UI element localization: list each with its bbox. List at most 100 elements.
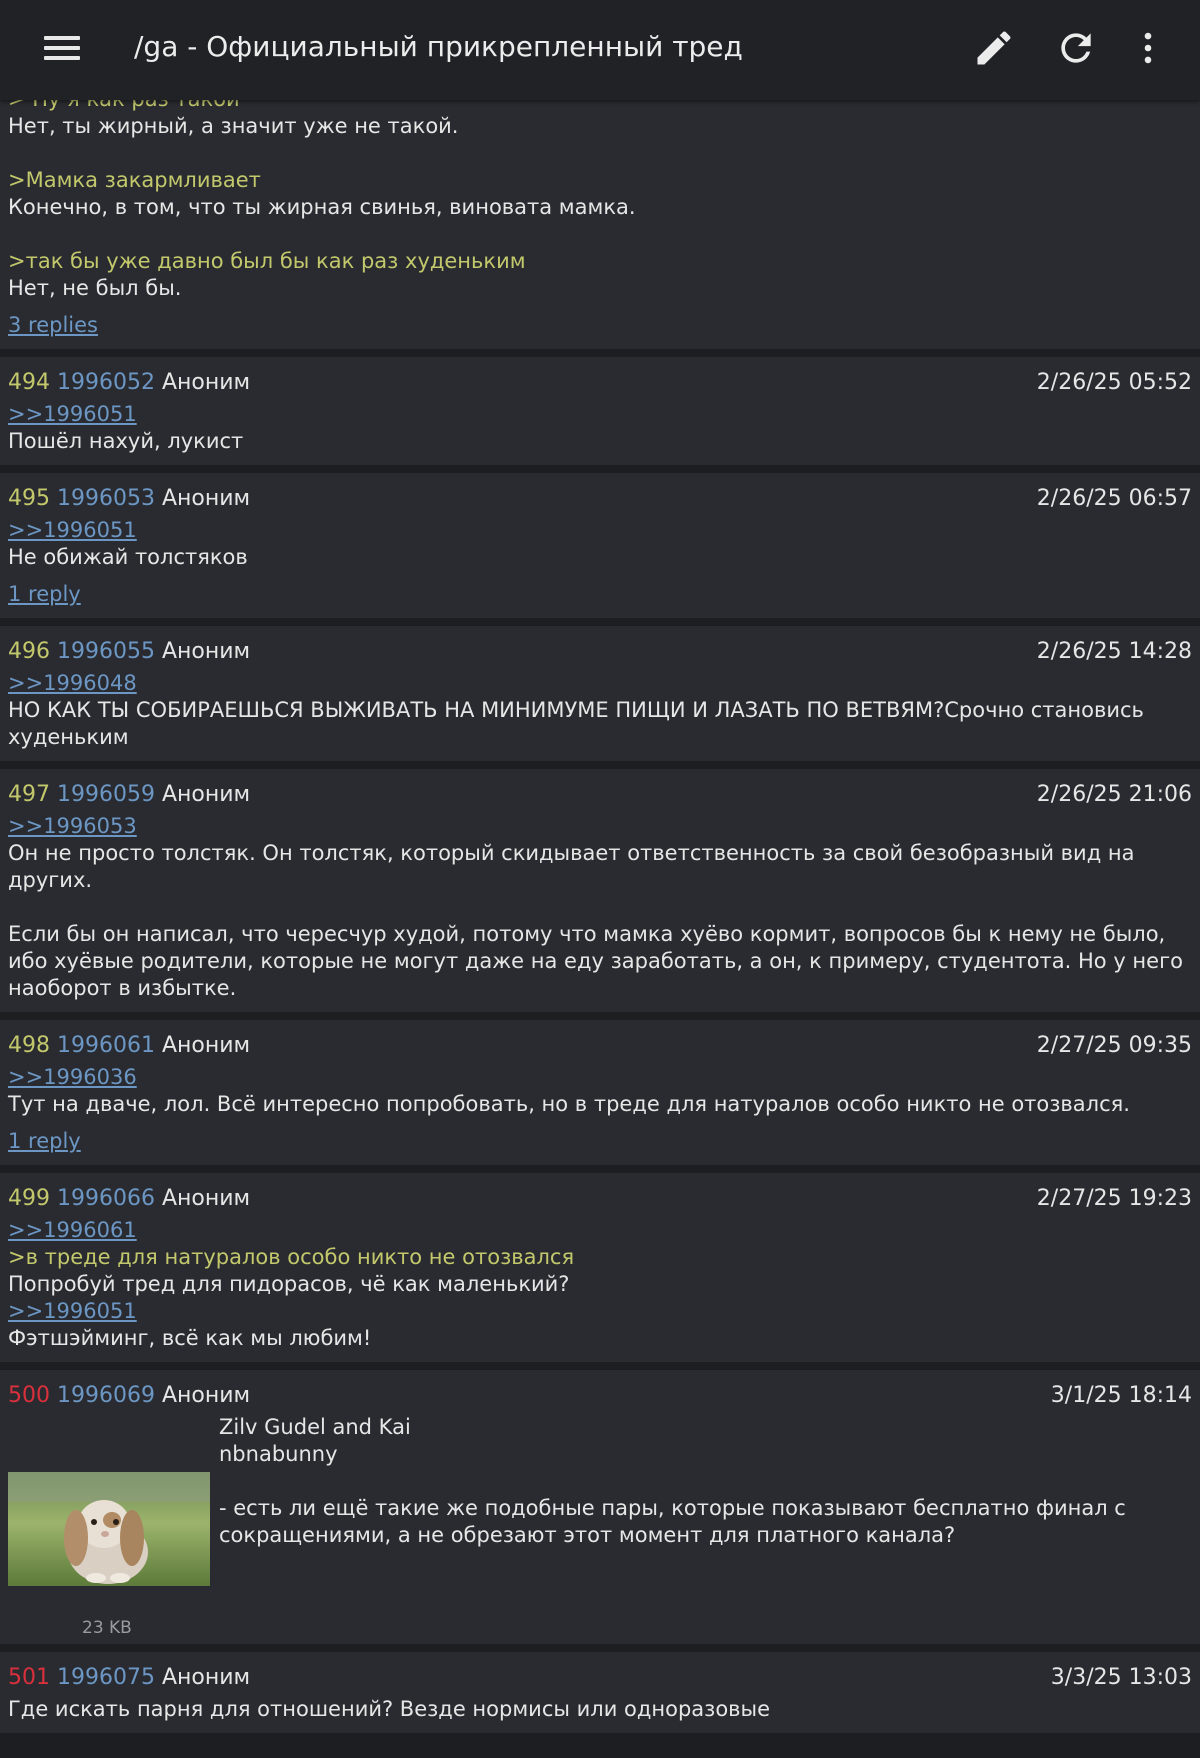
post-author: Аноним <box>161 639 251 664</box>
post-date: 3/1/25 18:14 <box>1050 1383 1192 1408</box>
refresh-icon[interactable] <box>1054 26 1098 70</box>
text-line: Попробуй тред для пидорасов, чё как мале… <box>8 1272 570 1296</box>
replies-link[interactable]: 3 replies <box>8 312 98 339</box>
text-line: Где искать парня для отношений? Везде но… <box>8 1697 771 1721</box>
quote-link[interactable]: >>1996048 <box>8 670 1192 697</box>
text-line: Тут на дваче, лол. Всё интересно попробо… <box>8 1092 1130 1116</box>
text-line <box>219 1468 1179 1495</box>
greentext-line: >в треде для натуралов особо никто не от… <box>8 1245 575 1269</box>
greentext-line: >так бы уже давно был бы как раз худеньк… <box>8 249 526 273</box>
text-line: НО КАК ТЫ СОБИРАЕШЬСЯ ВЫЖИВАТЬ НА МИНИМУ… <box>8 698 1144 722</box>
more-vertical-icon[interactable] <box>1126 26 1170 70</box>
post-number: 496 <box>8 639 50 664</box>
post-number: 499 <box>8 1186 50 1211</box>
post-author: Аноним <box>161 1186 251 1211</box>
post-author: Аноним <box>161 1665 251 1690</box>
text-line: других. <box>8 868 93 892</box>
bunny-photo-thumbnail[interactable] <box>8 1472 210 1586</box>
thread-title: /ga - Официальный прикрепленный тред <box>134 30 743 63</box>
post-header: 500 1996069 Аноним 3/1/25 18:14 <box>8 1382 1192 1410</box>
post-header: 495 1996053 Аноним 2/26/25 06:57 <box>8 485 1192 513</box>
post-header: 494 1996052 Аноним 2/26/25 05:52 <box>8 369 1192 397</box>
post-date: 2/27/25 09:35 <box>1036 1033 1192 1058</box>
post-id[interactable]: 1996059 <box>57 782 155 807</box>
post-header: 496 1996055 Аноним 2/26/25 14:28 <box>8 638 1192 666</box>
greentext-line: > Ну я как раз такой <box>8 100 1192 113</box>
post-date: 2/27/25 19:23 <box>1036 1186 1192 1211</box>
post-501: 501 1996075 Аноним 3/3/25 13:03 Где иска… <box>0 1652 1200 1733</box>
text-line: Конечно, в том, что ты жирная свинья, ви… <box>8 195 636 219</box>
file-size: 23 KB <box>82 1618 132 1638</box>
post-author: Аноним <box>161 370 251 395</box>
text-line: - есть ли ещё такие же подобные пары, ко… <box>219 1496 1126 1520</box>
text-line <box>8 140 1192 167</box>
post-500: 500 1996069 Аноним 3/1/25 18:14 Zilv Gud… <box>0 1370 1200 1644</box>
post-number: 498 <box>8 1033 50 1058</box>
text-line: Если бы он написал, что чересчур худой, … <box>8 922 1166 946</box>
text-line <box>8 221 1192 248</box>
post-author: Аноним <box>161 782 251 807</box>
replies-link[interactable]: 1 reply <box>8 581 81 608</box>
post-497: 497 1996059 Аноним 2/26/25 21:06 >>19960… <box>0 769 1200 1012</box>
post-header: 497 1996059 Аноним 2/26/25 21:06 <box>8 781 1192 809</box>
text-line: Нет, не был бы. <box>8 276 182 300</box>
text-line: Нет, ты жирный, а значит уже не такой. <box>8 114 459 138</box>
quote-link[interactable]: >>1996051 <box>8 401 1192 428</box>
app-bar: /ga - Официальный прикрепленный тред <box>0 0 1200 100</box>
post-id[interactable]: 1996053 <box>57 486 155 511</box>
text-line: Пошёл нахуй, лукист <box>8 429 244 453</box>
text-line: сокращениями, а не обрезают этот момент … <box>219 1523 956 1547</box>
quote-link[interactable]: >>1996053 <box>8 813 1192 840</box>
post-date: 2/26/25 06:57 <box>1036 486 1192 511</box>
post-author: Аноним <box>161 1033 251 1058</box>
post-494: 494 1996052 Аноним 2/26/25 05:52 >>19960… <box>0 357 1200 465</box>
post-499: 499 1996066 Аноним 2/27/25 19:23 >>19960… <box>0 1173 1200 1362</box>
post-id[interactable]: 1996052 <box>57 370 155 395</box>
post-author: Аноним <box>161 1383 251 1408</box>
hamburger-menu-icon[interactable] <box>44 36 80 60</box>
post-date: 2/26/25 05:52 <box>1036 370 1192 395</box>
post-header: 499 1996066 Аноним 2/27/25 19:23 <box>8 1185 1192 1213</box>
replies-link[interactable]: 1 reply <box>8 1128 81 1155</box>
text-line: nbnabunny <box>219 1442 338 1466</box>
text-line: Он не просто толстяк. Он толстяк, которы… <box>8 841 1135 865</box>
post-body: >>1996053 Он не просто толстяк. Он толстя… <box>8 813 1192 1002</box>
post-498: 498 1996061 Аноним 2/27/25 09:35 >>19960… <box>0 1020 1200 1165</box>
post-id[interactable]: 1996075 <box>57 1665 155 1690</box>
post-id[interactable]: 1996055 <box>57 639 155 664</box>
post-number: 501 <box>8 1665 50 1690</box>
quote-link[interactable]: >>1996036 <box>8 1064 1192 1091</box>
post-body: >>1996036 Тут на дваче, лол. Всё интересн… <box>8 1064 1192 1118</box>
quote-link[interactable]: >>1996061 <box>8 1217 1192 1244</box>
text-line <box>8 894 1192 921</box>
text-line: Zilv Gudel and Kai <box>219 1415 411 1439</box>
post-number: 495 <box>8 486 50 511</box>
post-body: Zilv Gudel and Kai nbnabunny - есть ли ещё… <box>219 1414 1179 1549</box>
text-line: наоборот в избытке. <box>8 976 237 1000</box>
post-body: > Ну я как раз такойНет, ты жирный, а зн… <box>8 100 1192 302</box>
post-493: > Ну я как раз такойНет, ты жирный, а зн… <box>0 100 1200 349</box>
post-id[interactable]: 1996069 <box>57 1383 155 1408</box>
post-number: 494 <box>8 370 50 395</box>
quote-link[interactable]: >>1996051 <box>8 517 1192 544</box>
thread-content[interactable]: > Ну я как раз такойНет, ты жирный, а зн… <box>0 100 1200 1758</box>
post-date: 2/26/25 21:06 <box>1036 782 1192 807</box>
post-author: Аноним <box>161 486 251 511</box>
post-id[interactable]: 1996061 <box>57 1033 155 1058</box>
greentext-line: >Мамка закармливает <box>8 168 261 192</box>
text-line: худеньким <box>8 725 129 749</box>
post-number: 500 <box>8 1383 50 1408</box>
post-header: 498 1996061 Аноним 2/27/25 09:35 <box>8 1032 1192 1060</box>
quote-link[interactable]: >>1996051 <box>8 1298 1192 1325</box>
post-495: 495 1996053 Аноним 2/26/25 06:57 >>19960… <box>0 473 1200 618</box>
post-date: 3/3/25 13:03 <box>1050 1665 1192 1690</box>
post-id[interactable]: 1996066 <box>57 1186 155 1211</box>
post-date: 2/26/25 14:28 <box>1036 639 1192 664</box>
post-body: >>1996051 Не обижай толстяков <box>8 517 1192 571</box>
post-496: 496 1996055 Аноним 2/26/25 14:28 >>19960… <box>0 626 1200 761</box>
post-header: 501 1996075 Аноним 3/3/25 13:03 <box>8 1664 1192 1692</box>
post-body: >>1996051 Пошёл нахуй, лукист <box>8 401 1192 455</box>
text-line: ибо хуёвые родители, которые не могут да… <box>8 949 1183 973</box>
pencil-icon[interactable] <box>972 26 1016 70</box>
post-body: >>1996061 >в треде для натуралов особо ни… <box>8 1217 1192 1352</box>
